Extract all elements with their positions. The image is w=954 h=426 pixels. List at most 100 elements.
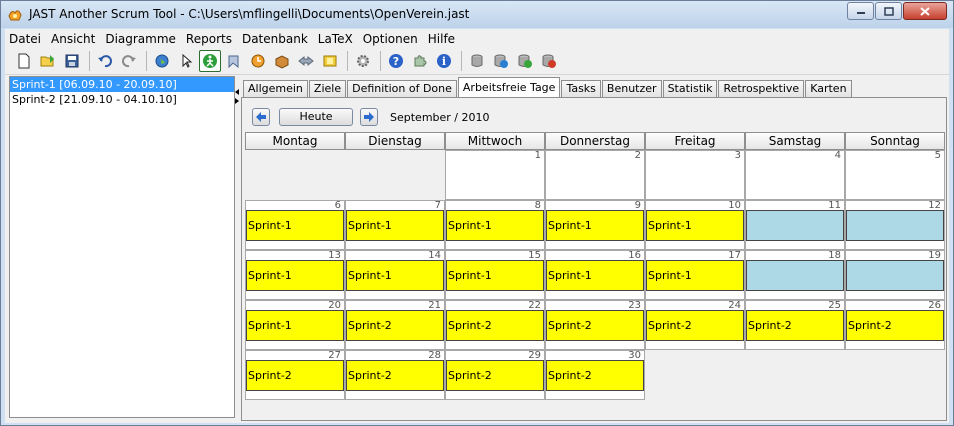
settings-button[interactable] xyxy=(352,50,374,72)
sprint-day-block[interactable]: Sprint-1 xyxy=(346,210,444,241)
calendar-day-cell[interactable]: 14 Sprint-1 xyxy=(345,250,445,300)
calendar-day-cell[interactable]: 6 Sprint-1 xyxy=(245,200,345,250)
database-delete-button[interactable] xyxy=(538,50,560,72)
calendar-day-cell[interactable]: 18 xyxy=(745,250,845,300)
minimize-button[interactable] xyxy=(847,2,874,20)
book-button[interactable] xyxy=(319,50,341,72)
menu-optionen[interactable]: Optionen xyxy=(358,32,423,46)
calendar-day-cell[interactable]: 11 xyxy=(745,200,845,250)
sprint-day-block[interactable]: Sprint-1 xyxy=(546,260,644,291)
calendar-day-cell[interactable]: 16 Sprint-1 xyxy=(545,250,645,300)
sprint-list[interactable]: Sprint-1 [06.09.10 - 20.09.10] Sprint-2 … xyxy=(9,76,235,418)
tab-allgemein[interactable]: Allgemein xyxy=(243,80,308,97)
clock-button[interactable] xyxy=(247,50,269,72)
save-button[interactable] xyxy=(61,50,83,72)
arrows-button[interactable] xyxy=(295,50,317,72)
calendar-day-cell[interactable]: 2 xyxy=(545,150,645,200)
calendar-day-cell[interactable]: 10 Sprint-1 xyxy=(645,200,745,250)
calendar-day-cell[interactable]: 15 Sprint-1 xyxy=(445,250,545,300)
sprint-day-block[interactable]: Sprint-1 xyxy=(246,310,344,341)
sprint-day-block[interactable]: Sprint-2 xyxy=(246,360,344,391)
calendar-day-cell[interactable]: 29 Sprint-2 xyxy=(445,350,545,400)
calendar-day-cell[interactable]: 19 xyxy=(845,250,945,300)
tab-arbeitsfreie-tage[interactable]: Arbeitsfreie Tage xyxy=(457,77,561,97)
sprint-list-item[interactable]: Sprint-2 [21.09.10 - 04.10.10] xyxy=(10,92,234,107)
box-button[interactable] xyxy=(271,50,293,72)
sprint-day-block[interactable]: Sprint-1 xyxy=(546,210,644,241)
menu-reports[interactable]: Reports xyxy=(181,32,237,46)
sprint-day-block[interactable]: Sprint-2 xyxy=(846,310,944,341)
help-button[interactable]: ? xyxy=(385,50,407,72)
database-button[interactable] xyxy=(466,50,488,72)
sprint-day-block[interactable]: Sprint-2 xyxy=(346,310,444,341)
info-button[interactable]: i xyxy=(433,50,455,72)
sprint-day-block[interactable]: Sprint-2 xyxy=(546,310,644,341)
sprint-day-block[interactable]: Sprint-1 xyxy=(446,210,544,241)
globe-button[interactable] xyxy=(151,50,173,72)
menu-diagramme[interactable]: Diagramme xyxy=(100,32,181,46)
plugin-button[interactable] xyxy=(409,50,431,72)
non-working-day-block[interactable] xyxy=(846,210,944,241)
sprint-day-block[interactable]: Sprint-1 xyxy=(246,260,344,291)
sprint-day-block[interactable]: Sprint-2 xyxy=(446,310,544,341)
scrum-button[interactable] xyxy=(199,50,221,72)
calendar-day-cell[interactable]: 25 Sprint-2 xyxy=(745,300,845,350)
tab-definition-of-done[interactable]: Definition of Done xyxy=(347,80,457,97)
collapse-right-icon[interactable] xyxy=(235,98,239,104)
maximize-button[interactable] xyxy=(875,2,902,20)
calendar-day-cell[interactable]: 7 Sprint-1 xyxy=(345,200,445,250)
non-working-day-block[interactable] xyxy=(846,260,944,291)
calendar-day-cell[interactable]: 3 xyxy=(645,150,745,200)
calendar-day-cell[interactable]: 17 Sprint-1 xyxy=(645,250,745,300)
database-export-button[interactable] xyxy=(490,50,512,72)
sprint-day-block[interactable]: Sprint-1 xyxy=(346,260,444,291)
collapse-left-icon[interactable] xyxy=(235,89,239,95)
tab-karten[interactable]: Karten xyxy=(805,80,852,97)
today-button[interactable]: Heute xyxy=(279,108,353,126)
tab-ziele[interactable]: Ziele xyxy=(308,80,347,97)
sprint-day-block[interactable]: Sprint-2 xyxy=(546,360,644,391)
calendar-day-cell[interactable]: 24 Sprint-2 xyxy=(645,300,745,350)
calendar-day-cell[interactable]: 27 Sprint-2 xyxy=(245,350,345,400)
pointer-button[interactable] xyxy=(175,50,197,72)
calendar-day-cell[interactable]: 30 Sprint-2 xyxy=(545,350,645,400)
calendar-day-cell[interactable]: 22 Sprint-2 xyxy=(445,300,545,350)
previous-month-button[interactable] xyxy=(252,108,270,126)
menu-datenbank[interactable]: Datenbank xyxy=(237,32,313,46)
tab-statistik[interactable]: Statistik xyxy=(662,80,718,97)
database-import-button[interactable] xyxy=(514,50,536,72)
calendar-day-cell[interactable]: 8 Sprint-1 xyxy=(445,200,545,250)
calendar-day-cell[interactable]: 1 xyxy=(445,150,545,200)
close-button[interactable] xyxy=(903,2,947,20)
tab-benutzer[interactable]: Benutzer xyxy=(601,80,662,97)
sprint-day-block[interactable]: Sprint-1 xyxy=(246,210,344,241)
calendar-day-cell[interactable]: 26 Sprint-2 xyxy=(845,300,945,350)
open-button[interactable] xyxy=(37,50,59,72)
calendar-day-cell[interactable]: 5 xyxy=(845,150,945,200)
calendar-day-cell[interactable]: 12 xyxy=(845,200,945,250)
sprint-day-block[interactable]: Sprint-2 xyxy=(646,310,744,341)
title-bar[interactable]: JAST Another Scrum Tool - C:\Users\mflin… xyxy=(1,1,953,28)
calendar-day-cell[interactable]: 21 Sprint-2 xyxy=(345,300,445,350)
tab-tasks[interactable]: Tasks xyxy=(561,80,601,97)
menu-ansicht[interactable]: Ansicht xyxy=(46,32,100,46)
calendar-day-cell[interactable]: 20 Sprint-1 xyxy=(245,300,345,350)
undo-button[interactable] xyxy=(94,50,116,72)
menu-latex[interactable]: LaTeX xyxy=(313,32,358,46)
non-working-day-block[interactable] xyxy=(746,210,844,241)
new-button[interactable] xyxy=(13,50,35,72)
menu-datei[interactable]: Datei xyxy=(5,32,46,46)
calendar-day-cell[interactable]: 13 Sprint-1 xyxy=(245,250,345,300)
sprint-list-item[interactable]: Sprint-1 [06.09.10 - 20.09.10] xyxy=(10,77,234,92)
calendar-day-cell[interactable]: 23 Sprint-2 xyxy=(545,300,645,350)
sprint-day-block[interactable]: Sprint-2 xyxy=(746,310,844,341)
sprint-day-block[interactable]: Sprint-1 xyxy=(446,260,544,291)
tab-retrospektive[interactable]: Retrospektive xyxy=(718,80,805,97)
sprint-day-block[interactable]: Sprint-2 xyxy=(446,360,544,391)
sprint-day-block[interactable]: Sprint-1 xyxy=(646,210,744,241)
calendar-day-cell[interactable]: 28 Sprint-2 xyxy=(345,350,445,400)
sprint-day-block[interactable]: Sprint-1 xyxy=(646,260,744,291)
calendar-day-cell[interactable]: 4 xyxy=(745,150,845,200)
redo-button[interactable] xyxy=(118,50,140,72)
next-month-button[interactable] xyxy=(360,108,378,126)
